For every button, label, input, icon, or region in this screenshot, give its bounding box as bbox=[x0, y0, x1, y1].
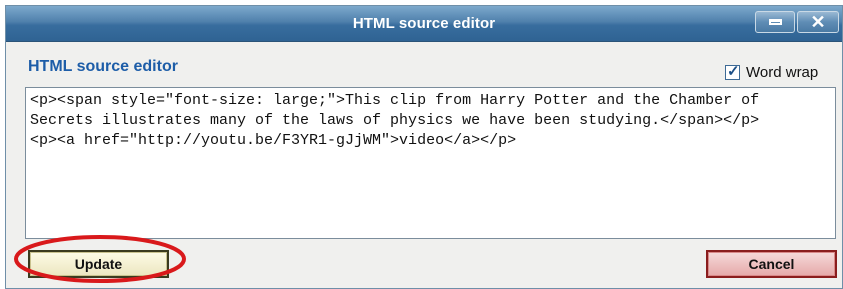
editor-heading: HTML source editor bbox=[28, 58, 178, 75]
close-icon: ✕ bbox=[810, 12, 826, 32]
title-bar[interactable]: HTML source editor ✕ bbox=[6, 6, 842, 42]
close-button[interactable]: ✕ bbox=[797, 11, 839, 33]
update-button[interactable]: Update bbox=[28, 250, 169, 278]
window-title: HTML source editor bbox=[352, 15, 496, 32]
html-source-editor-dialog: HTML source editor ✕ HTML source editor … bbox=[5, 5, 843, 289]
cancel-button[interactable]: Cancel bbox=[706, 250, 837, 278]
source-textarea[interactable]: <p><span style="font-size: large;">This … bbox=[25, 87, 836, 239]
word-wrap-label[interactable]: Word wrap bbox=[746, 64, 818, 81]
word-wrap-checkbox[interactable]: ✓ bbox=[725, 63, 740, 80]
minimize-icon bbox=[769, 19, 782, 25]
minimize-button[interactable] bbox=[755, 11, 795, 33]
checkmark-icon: ✓ bbox=[727, 63, 740, 80]
